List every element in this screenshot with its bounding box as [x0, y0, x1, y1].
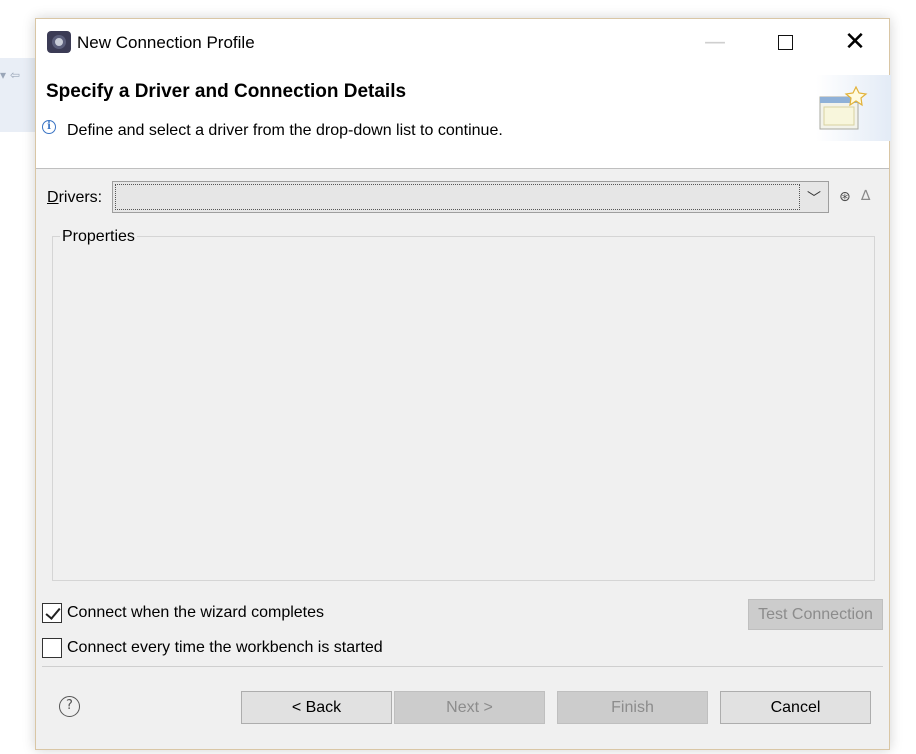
next-button[interactable]: Next >	[394, 691, 545, 724]
wizard-banner-icon	[816, 75, 891, 141]
page-title: Specify a Driver and Connection Details	[46, 81, 407, 102]
minimize-button[interactable]: —	[692, 27, 738, 57]
help-icon[interactable]: ?	[59, 696, 80, 717]
maximize-icon	[777, 34, 793, 50]
title-bar: New Connection Profile — ✕	[36, 19, 889, 65]
new-connection-dialog: New Connection Profile — ✕ Specify a Dri…	[35, 18, 891, 750]
test-connection-button[interactable]: Test Connection	[748, 599, 883, 630]
background-workbench-toolbar: ▾ ⇦	[0, 58, 40, 132]
new-driver-icon[interactable]: ⊛	[839, 189, 851, 205]
drivers-dropdown[interactable]: ﹀	[112, 181, 829, 213]
properties-label: Properties	[60, 228, 137, 246]
back-button[interactable]: < Back	[241, 691, 392, 724]
connect-on-startup-checkbox[interactable]	[42, 638, 62, 658]
maximize-button[interactable]	[762, 27, 808, 57]
info-icon: i	[42, 120, 56, 134]
connect-on-complete-label: Connect when the wizard completes	[67, 604, 325, 621]
finish-button[interactable]: Finish	[557, 691, 708, 724]
connect-on-complete-option[interactable]: Connect when the wizard completes	[42, 603, 324, 623]
edit-driver-icon[interactable]: ∆	[861, 188, 870, 204]
properties-group	[52, 236, 875, 581]
chevron-down-icon: ﹀	[807, 191, 821, 207]
connect-on-startup-option[interactable]: Connect every time the workbench is star…	[42, 638, 383, 658]
connect-on-startup-label: Connect every time the workbench is star…	[67, 639, 383, 656]
eclipse-icon	[47, 31, 71, 53]
toolbar-arrows-icon: ▾ ⇦	[0, 68, 20, 82]
header-message: Define and select a driver from the drop…	[67, 122, 503, 139]
footer-divider	[42, 666, 883, 667]
window-title: New Connection Profile	[77, 33, 255, 52]
close-button[interactable]: ✕	[832, 27, 878, 57]
wizard-header: Specify a Driver and Connection Details …	[36, 65, 891, 169]
cancel-button[interactable]: Cancel	[720, 691, 871, 724]
connect-on-complete-checkbox[interactable]	[42, 603, 62, 623]
drivers-selected-value	[115, 184, 800, 210]
drivers-label: Drivers:	[47, 189, 103, 206]
